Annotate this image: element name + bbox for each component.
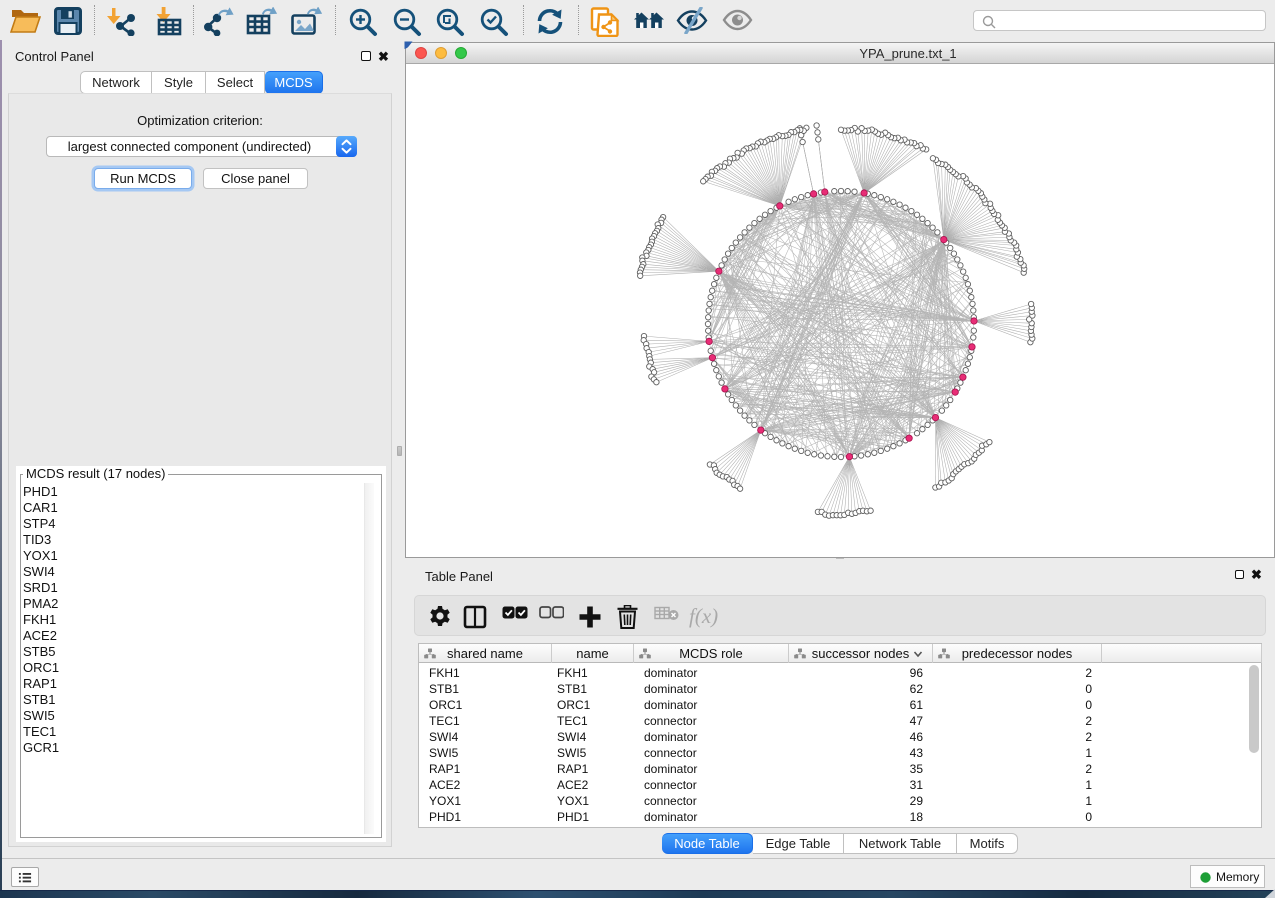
svg-text:f(x): f(x) [689, 604, 718, 628]
